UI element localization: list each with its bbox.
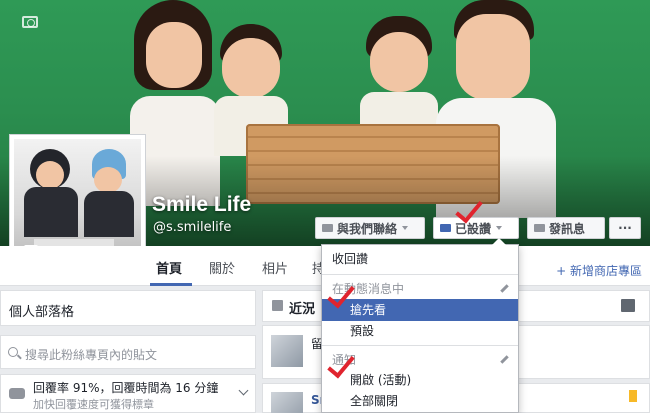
- menu-item-unlike[interactable]: 收回讚: [322, 248, 518, 270]
- category-card: 個人部落格: [0, 290, 256, 326]
- search-input[interactable]: 搜尋此粉絲專頁內的貼文: [25, 346, 157, 363]
- response-rate-text: 回覆率 91%，回覆時間為 16 分鐘: [33, 381, 219, 395]
- dropdown-arrow: [492, 238, 506, 245]
- page-category[interactable]: 個人部落格: [9, 301, 74, 320]
- menu-item-default[interactable]: 預設: [322, 320, 518, 342]
- contact-us-button[interactable]: 與我們聯絡: [315, 217, 425, 239]
- caret-down-icon: [496, 226, 503, 230]
- tab-home[interactable]: 首頁: [156, 258, 182, 277]
- message-icon: [534, 224, 545, 232]
- more-button[interactable]: ···: [609, 217, 641, 239]
- liked-label: 已設讚: [455, 221, 492, 236]
- camera-icon[interactable]: [22, 16, 38, 28]
- menu-item-notifications-on[interactable]: 開啟 (活動): [322, 369, 518, 391]
- tab-photos[interactable]: 相片: [262, 258, 288, 277]
- response-rate-card[interactable]: 回覆率 91%，回覆時間為 16 分鐘 加快回覆速度可獲得標章: [0, 374, 256, 413]
- search-icon: [8, 347, 18, 357]
- response-tip-text: 加快回覆速度可獲得標章: [33, 398, 154, 411]
- page-handle[interactable]: @s.smilelife: [153, 220, 231, 235]
- menu-item-all-off[interactable]: 全部關閉: [322, 390, 518, 412]
- liked-button[interactable]: 已設讚: [433, 217, 519, 239]
- menu-item-see-first[interactable]: 搶先看: [322, 299, 518, 321]
- page-post-search[interactable]: 搜尋此粉絲專頁內的貼文: [0, 335, 256, 369]
- send-message-label: 發訊息: [549, 221, 586, 236]
- grid-icon[interactable]: [621, 299, 635, 312]
- liked-dropdown-menu: 收回讚 在動態消息中 搶先看 預設 通知 開啟 (活動) 全部關閉: [321, 238, 519, 413]
- send-message-button[interactable]: 發訊息: [527, 217, 605, 239]
- recent-label: 近況: [289, 302, 316, 317]
- active-tab-indicator: [150, 283, 192, 286]
- envelope-icon: [322, 224, 333, 232]
- pencil-icon[interactable]: [500, 355, 509, 364]
- add-shop-section-link[interactable]: + 新增商店專區: [556, 262, 642, 279]
- menu-divider: [322, 274, 518, 275]
- avatar: [271, 392, 303, 413]
- speech-bubble-icon: [9, 388, 25, 399]
- thumbs-up-icon: [440, 224, 451, 232]
- avatar: [271, 335, 303, 367]
- chevron-down-icon[interactable]: [238, 385, 249, 396]
- caret-down-icon: [402, 226, 409, 230]
- more-label: ···: [618, 221, 632, 235]
- menu-divider: [322, 345, 518, 346]
- tab-about[interactable]: 關於: [209, 258, 235, 277]
- page-title: Smile Life: [152, 193, 252, 216]
- flag-icon: [272, 300, 283, 311]
- pencil-icon[interactable]: [500, 284, 509, 293]
- bookmark-icon[interactable]: [629, 390, 637, 402]
- contact-us-label: 與我們聯絡: [337, 221, 398, 236]
